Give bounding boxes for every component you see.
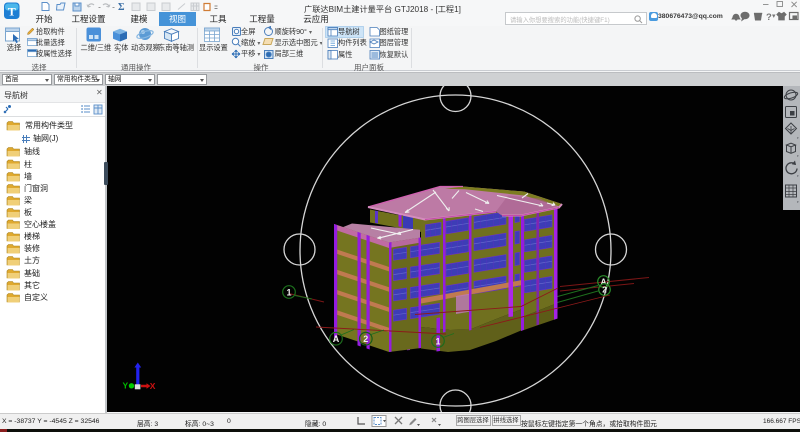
svg-text:X: X: [150, 381, 156, 391]
svg-text:1: 1: [435, 336, 440, 346]
svg-text:▾: ▾: [772, 13, 776, 20]
svg-text:1: 1: [286, 287, 291, 297]
svg-text:Σ: Σ: [118, 2, 125, 13]
svg-text:A: A: [333, 334, 340, 344]
svg-text:2: 2: [363, 334, 368, 344]
svg-text:Y: Y: [123, 381, 129, 391]
svg-text:2: 2: [602, 286, 607, 295]
svg-text:T: T: [8, 5, 16, 19]
